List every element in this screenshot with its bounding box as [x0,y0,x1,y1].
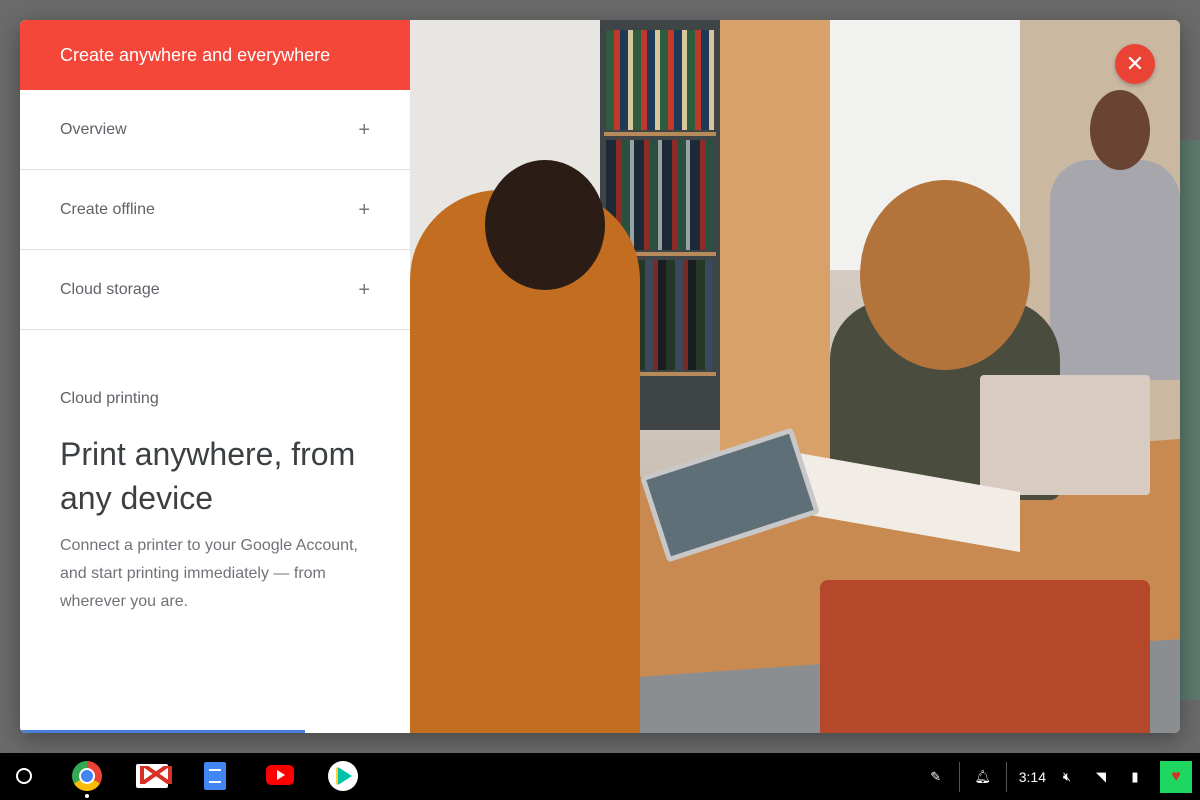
stylus-icon[interactable]: ✎ [925,766,947,788]
panel-title: Create anywhere and everywhere [60,44,331,65]
close-button[interactable]: ✕ [1115,44,1155,84]
play-store-icon[interactable] [328,761,358,791]
close-icon: ✕ [1125,51,1145,76]
status-tray[interactable]: ✎ 🔔︎ 3:14 🔇︎ ◥ ▮ ♥ [919,753,1200,800]
accordion-label: Overview [60,120,127,138]
clock[interactable]: 3:14 [1019,769,1046,785]
running-indicator [85,794,89,798]
background-page [1180,140,1200,700]
expand-icon: + [358,278,370,301]
chrome-icon[interactable] [72,761,102,791]
feature-tour-dialog: Create anywhere and everywhere Overview … [20,20,1180,733]
accordion-label: Cloud storage [60,280,160,298]
avatar[interactable]: ♥ [1160,760,1192,793]
launcher-button[interactable] [16,768,32,784]
mute-icon: 🔇︎ [1062,768,1072,784]
shelf: ✎ 🔔︎ 3:14 🔇︎ ◥ ▮ ♥ [0,753,1200,800]
panel-header: Create anywhere and everywhere [20,20,410,90]
hero-photo: ✕ [410,20,1180,733]
youtube-icon[interactable] [266,765,294,785]
accordion-item-cloud-storage[interactable]: Cloud storage + [20,250,410,330]
section-description: Connect a printer to your Google Account… [60,537,358,610]
accordion-item-create-offline[interactable]: Create offline + [20,170,410,250]
expand-icon: + [358,198,370,221]
expand-icon: + [358,118,370,141]
chair [820,580,1150,733]
section-label[interactable]: Cloud printing [60,390,370,408]
section-heading: Print anywhere, from any device [60,436,356,516]
tour-progress-bar [20,730,305,733]
accordion-label: Create offline [60,200,155,218]
info-panel: Create anywhere and everywhere Overview … [20,20,410,733]
docs-icon[interactable] [204,762,226,790]
gmail-icon[interactable] [136,764,172,788]
notification-icon[interactable]: 🔔︎ [972,766,994,788]
accordion-item-overview[interactable]: Overview + [20,90,410,170]
accordion-item-cloud-printing: Cloud printing Print anywhere, from any … [20,330,410,616]
battery-icon: ▮ [1131,768,1139,784]
laptop [980,375,1150,495]
wifi-icon: ◥ [1096,768,1106,784]
